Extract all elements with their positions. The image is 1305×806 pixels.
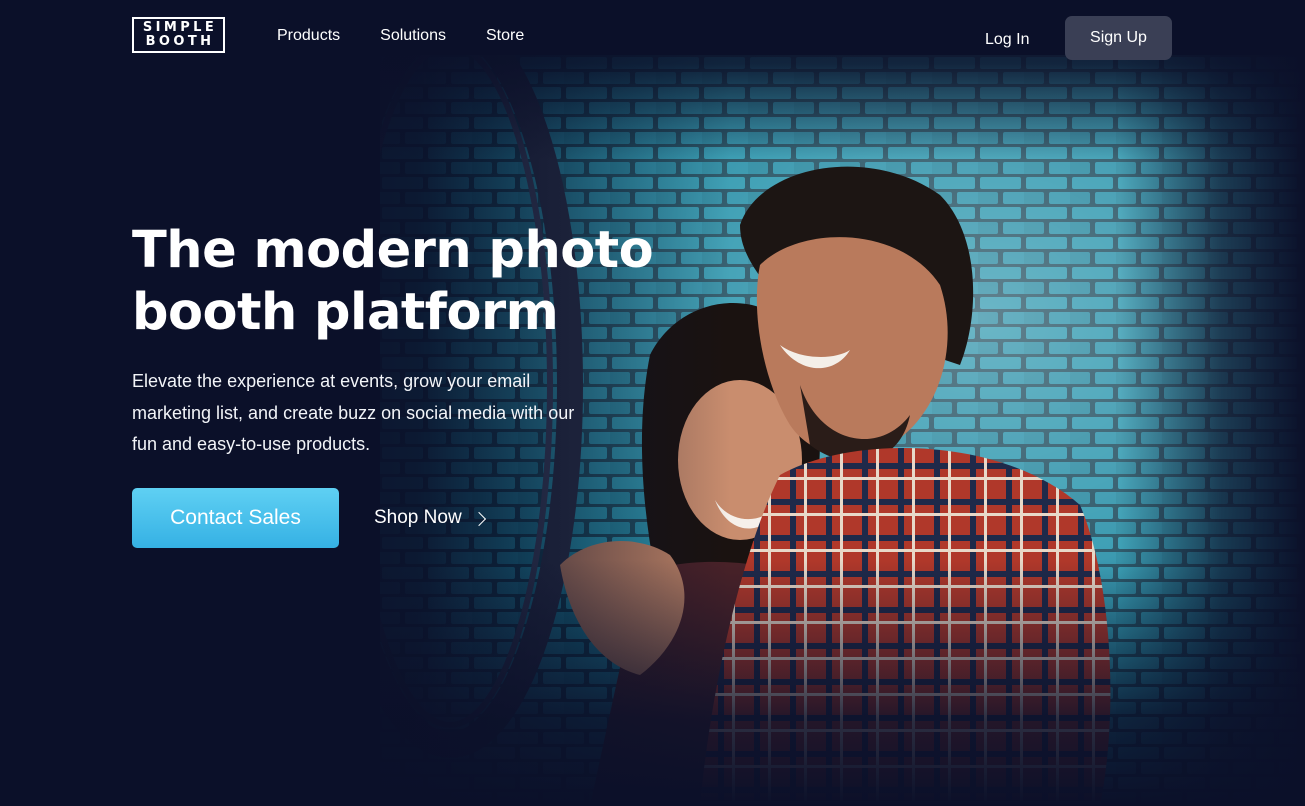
hero-subtitle: Elevate the experience at events, grow y…	[132, 371, 575, 454]
contact-sales-button[interactable]: Contact Sales	[132, 488, 339, 548]
shop-now-link[interactable]: Shop Now	[374, 507, 486, 529]
site-header: SIMPLE BOOTH Products Solutions Store Lo…	[0, 0, 1305, 76]
shop-now-label: Shop Now	[374, 507, 462, 528]
hero-title: The modern photo booth platform	[132, 220, 692, 344]
hero-copy: The modern photo booth platform Elevate …	[132, 220, 692, 461]
hero-title-line-2: booth platform	[132, 283, 559, 342]
simple-booth-logo[interactable]: SIMPLE BOOTH	[132, 17, 225, 53]
login-link[interactable]: Log In	[985, 30, 1029, 50]
nav-item-products[interactable]: Products	[277, 26, 340, 46]
logo-line-2: BOOTH	[145, 34, 215, 49]
signup-button[interactable]: Sign Up	[1065, 16, 1172, 60]
chevron-right-icon	[471, 511, 486, 527]
nav-item-solutions[interactable]: Solutions	[380, 26, 446, 46]
main-nav: Products Solutions Store	[277, 26, 564, 46]
nav-item-store[interactable]: Store	[486, 26, 524, 46]
hero-cta-row: Contact Sales Shop Now	[132, 488, 486, 548]
page: SIMPLE BOOTH Products Solutions Store Lo…	[0, 0, 1305, 806]
logo-line-1: SIMPLE	[142, 20, 218, 35]
hero-title-line-1: The modern photo	[132, 221, 654, 280]
